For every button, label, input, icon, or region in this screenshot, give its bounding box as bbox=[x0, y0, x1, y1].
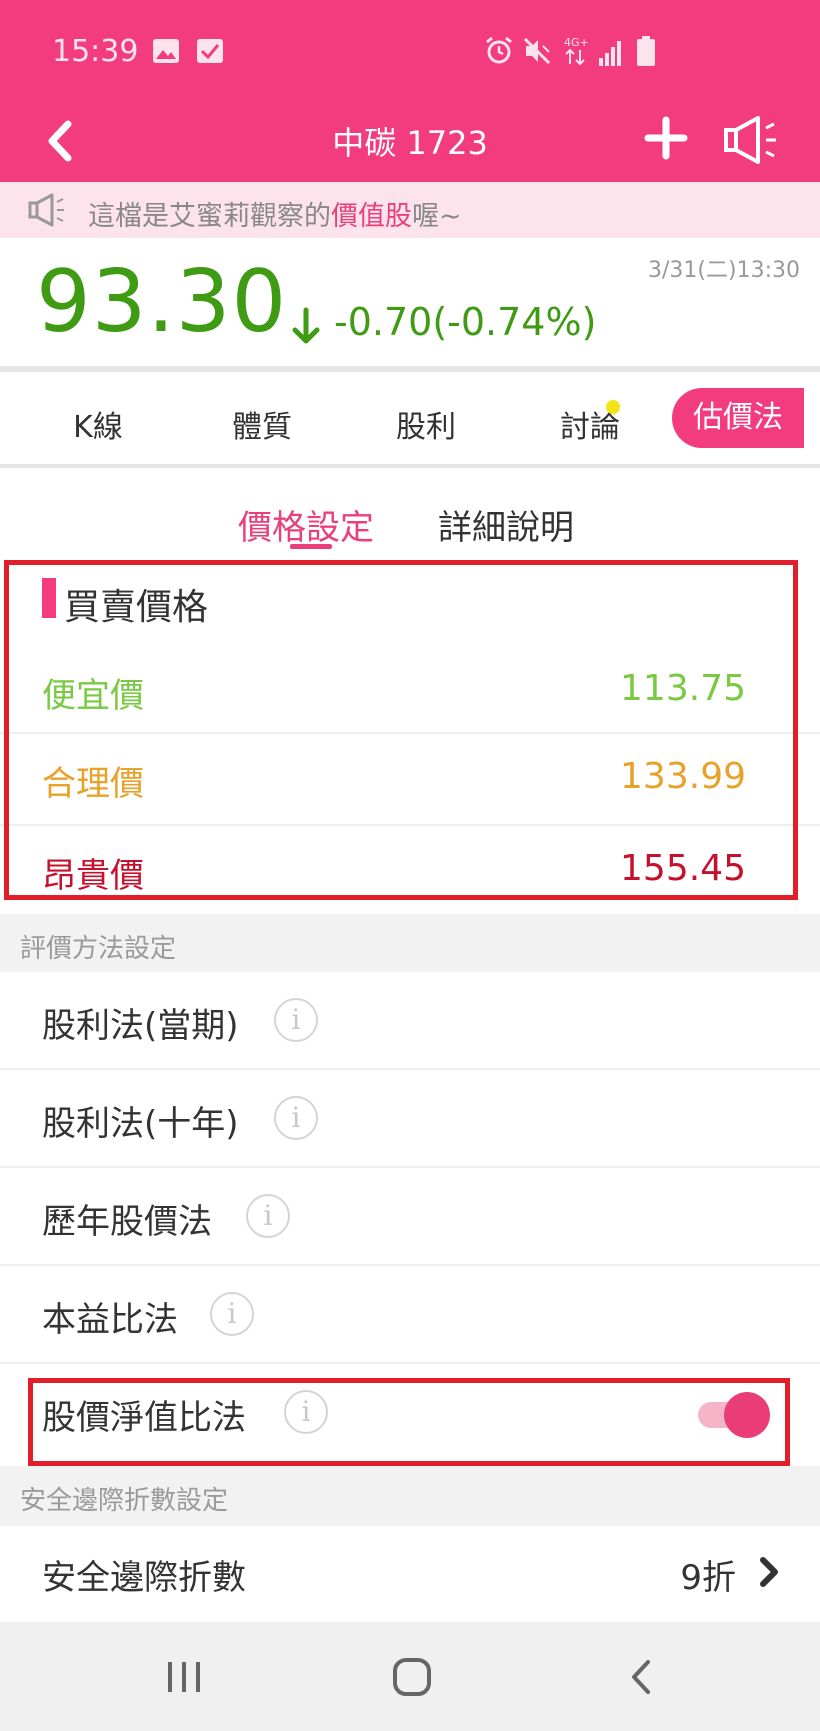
info-icon[interactable]: i bbox=[210, 1292, 254, 1336]
method-label: 歷年股價法 bbox=[42, 1202, 212, 1242]
method-row-dividend-ten-year[interactable]: 股利法(十年) i bbox=[0, 1070, 820, 1168]
svg-text:4G+: 4G+ bbox=[564, 36, 589, 49]
notification-dot bbox=[606, 400, 620, 414]
tab-dividend[interactable]: 股利 bbox=[366, 402, 486, 446]
method-label: 股利法(當期) bbox=[42, 1006, 239, 1046]
highlight-box bbox=[4, 560, 798, 900]
safety-margin-label: 安全邊際折數 bbox=[42, 1558, 246, 1598]
notice-prefix: 這檔是艾蜜莉觀察的 bbox=[88, 201, 331, 232]
chevron-right-icon bbox=[760, 1557, 778, 1587]
section-header-label: 評價方法設定 bbox=[20, 934, 177, 964]
method-row-pe-ratio[interactable]: 本益比法 i bbox=[0, 1266, 820, 1364]
highlight-box bbox=[28, 1378, 790, 1466]
section-header: 評價方法設定 bbox=[0, 914, 820, 972]
system-nav-bar bbox=[0, 1622, 820, 1731]
price-change: -0.70(-0.74%) bbox=[334, 300, 597, 344]
megaphone-icon[interactable] bbox=[722, 112, 782, 168]
sub-tabs: 價格設定 詳細說明 bbox=[0, 468, 820, 552]
notice-highlight: 價值股 bbox=[331, 201, 412, 232]
tab-kline[interactable]: K線 bbox=[38, 402, 158, 446]
signal-icon bbox=[599, 41, 621, 66]
info-icon[interactable]: i bbox=[274, 998, 318, 1042]
method-label: 本益比法 bbox=[42, 1300, 178, 1340]
megaphone-icon bbox=[28, 193, 64, 227]
safety-margin-value: 9折 bbox=[680, 1558, 736, 1598]
stock-price: 93.30 bbox=[36, 252, 288, 352]
section-header: 安全邊際折數設定 bbox=[0, 1466, 820, 1526]
method-row-historical-price[interactable]: 歷年股價法 i bbox=[0, 1168, 820, 1266]
mute-icon bbox=[523, 37, 551, 65]
section-header-label: 安全邊際折數設定 bbox=[20, 1486, 229, 1516]
status-bar: 15:39 4G+ bbox=[0, 0, 820, 100]
subtab-underline bbox=[290, 544, 332, 549]
notice-suffix: 喔~ bbox=[412, 201, 462, 232]
quote-timestamp: 3/31(二)13:30 bbox=[648, 258, 800, 283]
subtab-price-settings[interactable]: 價格設定 bbox=[238, 500, 374, 549]
info-icon[interactable]: i bbox=[246, 1194, 290, 1238]
battery-icon bbox=[637, 36, 655, 66]
subtab-details[interactable]: 詳細說明 bbox=[438, 500, 574, 549]
quote-panel: 93.30 -0.70(-0.74%) 3/31(二)13:30 bbox=[0, 238, 820, 366]
check-box-icon bbox=[197, 39, 223, 63]
notice-banner: 這檔是艾蜜莉觀察的價值股喔~ bbox=[0, 182, 820, 238]
tab-valuation[interactable]: 估價法 bbox=[672, 388, 804, 448]
alarm-icon bbox=[486, 36, 512, 64]
safety-margin-row[interactable]: 安全邊際折數 9折 bbox=[0, 1526, 820, 1618]
method-label: 股利法(十年) bbox=[42, 1104, 239, 1144]
info-icon[interactable]: i bbox=[274, 1096, 318, 1140]
tab-discussion[interactable]: 討論 bbox=[530, 402, 650, 446]
main-tabs: K線 體質 股利 討論 估價法 bbox=[0, 372, 820, 464]
page-title: 中碳 1723 bbox=[332, 124, 488, 162]
status-time: 15:39 bbox=[52, 34, 139, 69]
home-icon[interactable] bbox=[390, 1656, 434, 1698]
plus-icon[interactable] bbox=[644, 116, 688, 160]
4g-lte-icon: 4G+ bbox=[564, 36, 589, 66]
method-row-dividend-current[interactable]: 股利法(當期) i bbox=[0, 972, 820, 1070]
back-nav-icon[interactable] bbox=[626, 1656, 656, 1698]
recent-apps-icon[interactable] bbox=[164, 1656, 204, 1698]
arrow-down-icon bbox=[292, 307, 320, 344]
image-icon bbox=[153, 39, 179, 63]
notice-text: 這檔是艾蜜莉觀察的價值股喔~ bbox=[88, 194, 462, 233]
tab-fundamentals[interactable]: 體質 bbox=[202, 402, 322, 446]
app-bar: 中碳 1723 bbox=[0, 100, 820, 182]
